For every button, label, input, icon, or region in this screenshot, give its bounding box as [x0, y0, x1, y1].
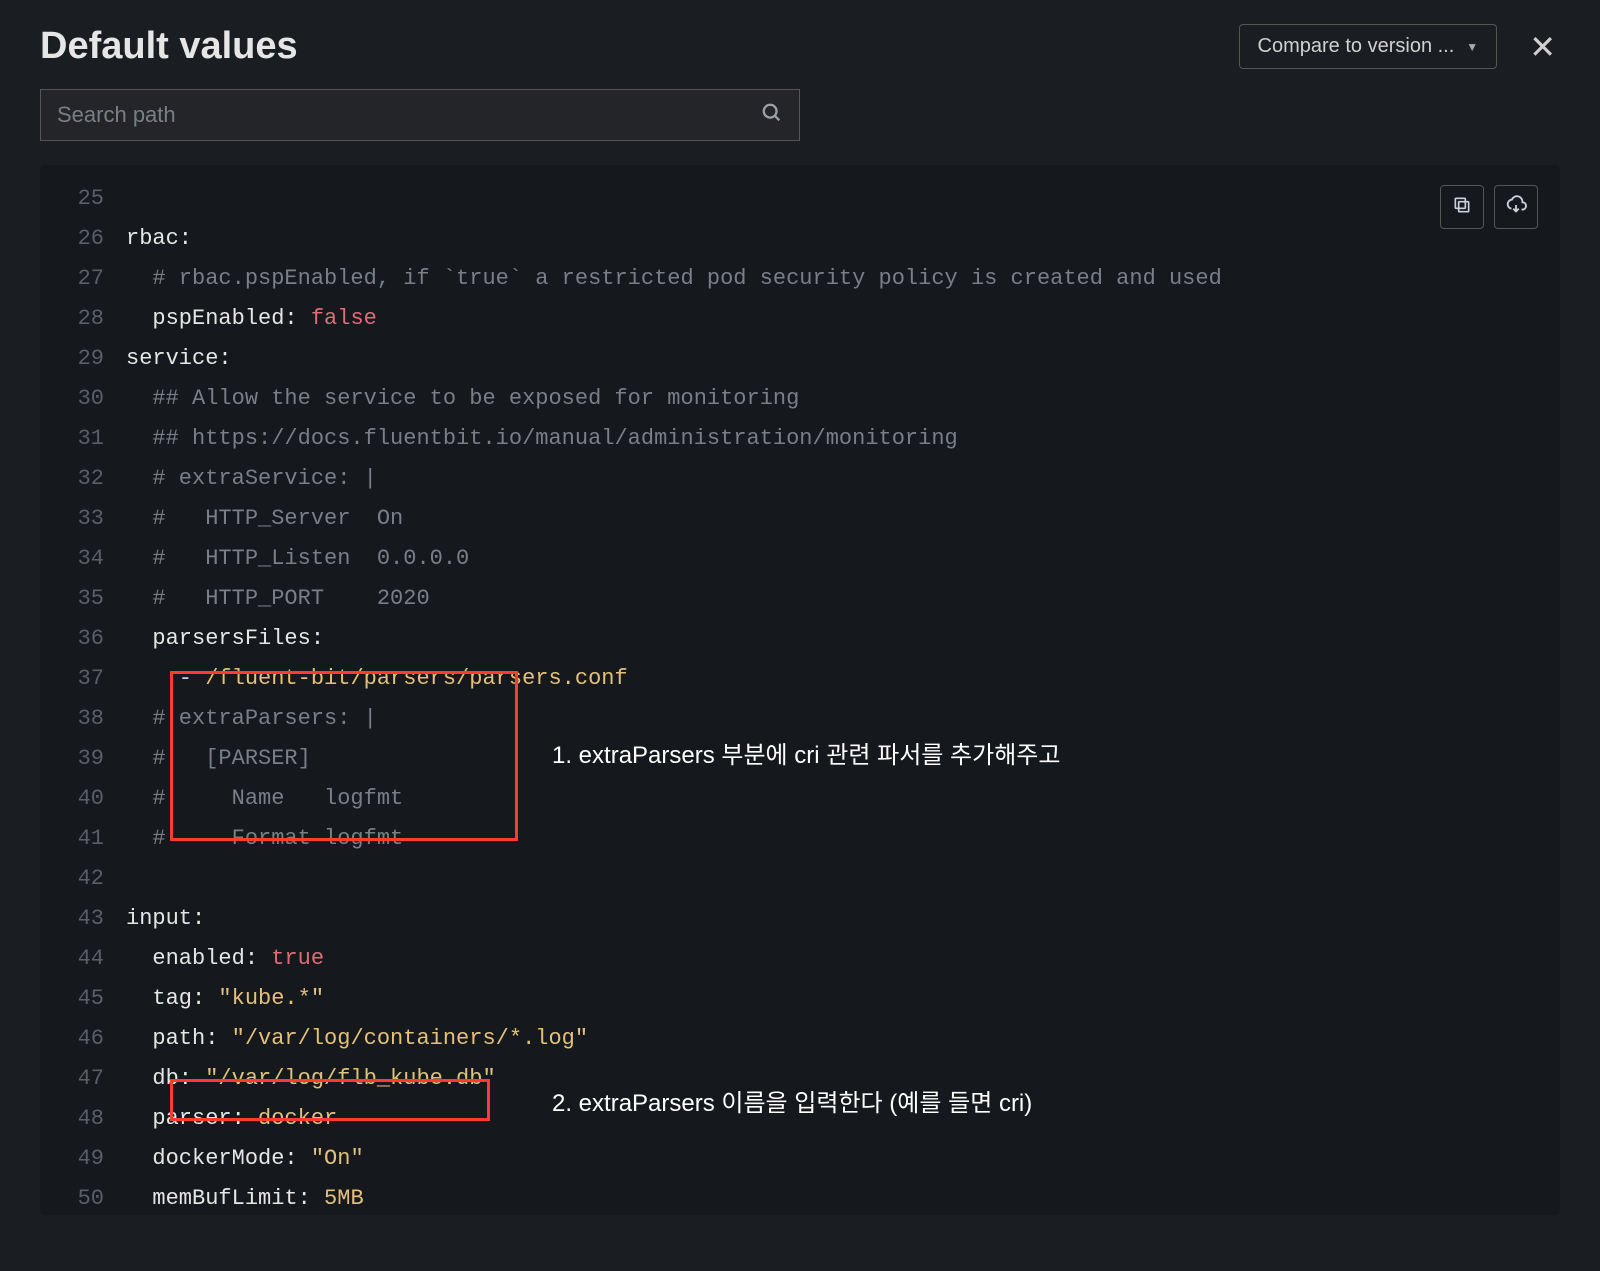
code-line: 43input: [40, 899, 1560, 939]
code-line: 45 tag: "kube.*" [40, 979, 1560, 1019]
compare-version-dropdown[interactable]: Compare to version ... ▼ [1239, 24, 1498, 69]
line-number: 27 [40, 259, 126, 299]
line-number: 25 [40, 179, 126, 219]
line-number: 35 [40, 579, 126, 619]
line-number: 29 [40, 339, 126, 379]
compare-label: Compare to version ... [1258, 35, 1455, 58]
line-number: 42 [40, 859, 126, 899]
line-number: 39 [40, 739, 126, 779]
line-number: 47 [40, 1059, 126, 1099]
header-actions: Compare to version ... ▼ ✕ [1239, 24, 1560, 69]
code-line: 35 # HTTP_PORT 2020 [40, 579, 1560, 619]
line-number: 45 [40, 979, 126, 1019]
close-icon: ✕ [1529, 29, 1556, 65]
search-box[interactable] [40, 89, 800, 141]
line-number: 48 [40, 1099, 126, 1139]
code-line: 40 # Name logfmt [40, 779, 1560, 819]
code-line: 34 # HTTP_Listen 0.0.0.0 [40, 539, 1560, 579]
annotation-text-2: 2. extraParsers 이름을 입력한다 (예를 들면 cri) [552, 1083, 1032, 1118]
line-number: 44 [40, 939, 126, 979]
line-number: 50 [40, 1179, 126, 1219]
code-line: 33 # HTTP_Server On [40, 499, 1560, 539]
copy-icon [1452, 195, 1472, 220]
line-number: 41 [40, 819, 126, 859]
code-actions [1440, 185, 1538, 229]
code-viewer[interactable]: 25 26rbac: 27 # rbac.pspEnabled, if `tru… [40, 165, 1560, 1215]
code-line: 30 ## Allow the service to be exposed fo… [40, 379, 1560, 419]
line-number: 38 [40, 699, 126, 739]
code-line: 31 ## https://docs.fluentbit.io/manual/a… [40, 419, 1560, 459]
code-line: 28 pspEnabled: false [40, 299, 1560, 339]
code-line: 27 # rbac.pspEnabled, if `true` a restri… [40, 259, 1560, 299]
code-line: 44 enabled: true [40, 939, 1560, 979]
code-line: 37 - /fluent-bit/parsers/parsers.conf [40, 659, 1560, 699]
code-line: 26rbac: [40, 219, 1560, 259]
download-cloud-icon [1505, 194, 1527, 221]
line-number: 26 [40, 219, 126, 259]
code-line: 50 memBufLimit: 5MB [40, 1179, 1560, 1219]
line-number: 40 [40, 779, 126, 819]
line-number: 43 [40, 899, 126, 939]
line-number: 36 [40, 619, 126, 659]
code-line: 41 # Format logfmt [40, 819, 1560, 859]
line-number: 46 [40, 1019, 126, 1059]
page-title: Default values [40, 25, 298, 68]
code-line: 36 parsersFiles: [40, 619, 1560, 659]
code-line: 49 dockerMode: "On" [40, 1139, 1560, 1179]
code-line: 38 # extraParsers: | [40, 699, 1560, 739]
line-number: 28 [40, 299, 126, 339]
line-number: 33 [40, 499, 126, 539]
code-line: 42 [40, 859, 1560, 899]
search-icon [761, 102, 783, 129]
download-button[interactable] [1494, 185, 1538, 229]
annotation-text-1: 1. extraParsers 부분에 cri 관련 파서를 추가해주고 [552, 735, 1060, 770]
chevron-down-icon: ▼ [1466, 40, 1478, 54]
code-line: 29service: [40, 339, 1560, 379]
line-number: 31 [40, 419, 126, 459]
line-number: 37 [40, 659, 126, 699]
line-number: 34 [40, 539, 126, 579]
line-number: 30 [40, 379, 126, 419]
code-line: 25 [40, 179, 1560, 219]
code-line: 32 # extraService: | [40, 459, 1560, 499]
line-number: 32 [40, 459, 126, 499]
close-button[interactable]: ✕ [1525, 27, 1560, 67]
header: Default values Compare to version ... ▼ … [0, 0, 1600, 89]
code-line: 46 path: "/var/log/containers/*.log" [40, 1019, 1560, 1059]
line-number: 49 [40, 1139, 126, 1179]
search-input[interactable] [57, 102, 761, 128]
search-container [0, 89, 1600, 165]
copy-button[interactable] [1440, 185, 1484, 229]
